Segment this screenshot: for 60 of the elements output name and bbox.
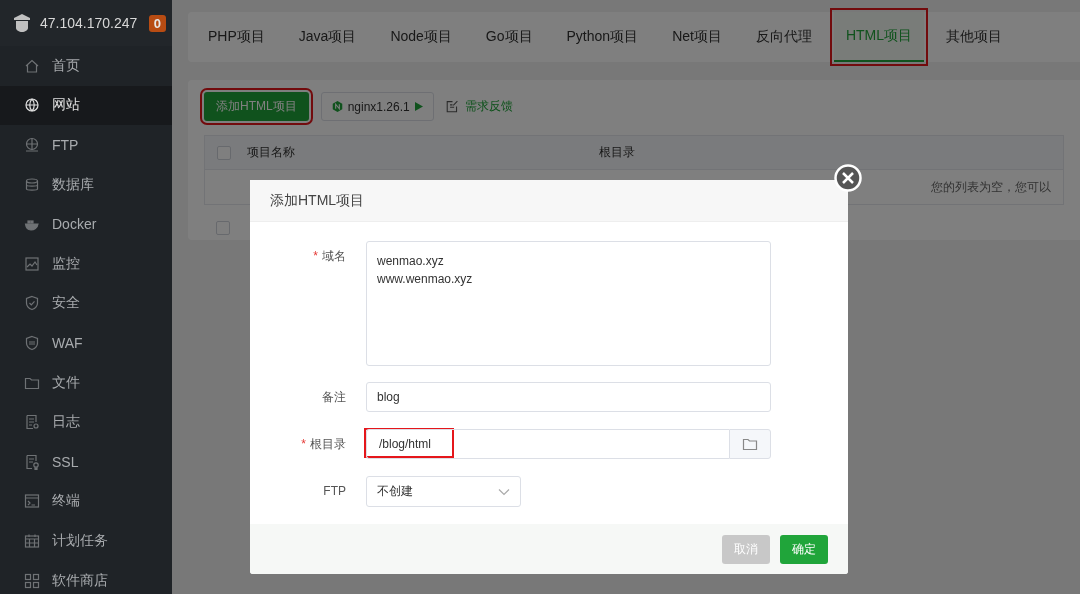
globe-icon <box>24 97 40 114</box>
document-icon <box>24 414 40 431</box>
sidebar-item[interactable]: 网站 <box>0 85 172 126</box>
shield-icon <box>24 334 40 351</box>
row-checkbox[interactable] <box>216 221 230 235</box>
shield-logo-icon <box>12 13 32 33</box>
required-mark: * <box>313 249 318 263</box>
empty-message: 您的列表为空，您可以 <box>931 178 1051 196</box>
tab[interactable]: Python项目 <box>554 12 651 62</box>
sidebar-item[interactable]: SSL <box>0 441 172 482</box>
domain-field[interactable]: wenmao.xyz www.wenmao.xyz <box>366 241 771 366</box>
tab[interactable]: Go项目 <box>473 12 545 62</box>
field-label: 备注 <box>322 390 346 404</box>
chart-icon <box>24 255 40 272</box>
server-address: 47.104.170.247 <box>40 15 139 31</box>
certificate-icon <box>24 453 40 470</box>
grid-icon <box>24 572 40 589</box>
tab[interactable]: PHP项目 <box>196 12 277 62</box>
ftp-select[interactable]: 不创建 <box>366 476 521 507</box>
browse-folder-button[interactable] <box>729 429 771 459</box>
sidebar-item[interactable]: 安全 <box>0 283 172 324</box>
sidebar-item[interactable]: 终端 <box>0 481 172 522</box>
notification-badge[interactable]: 0 <box>148 14 166 32</box>
field-label: FTP <box>323 484 346 498</box>
field-label: 根目录 <box>310 437 346 451</box>
required-mark: * <box>301 437 306 451</box>
house-icon <box>24 57 40 74</box>
column-header: 项目名称 <box>247 144 296 161</box>
sidebar-item[interactable]: 计划任务 <box>0 521 172 561</box>
select-all-checkbox[interactable] <box>217 145 231 160</box>
sidebar-item[interactable]: 软件商店 <box>0 560 172 594</box>
globe-stand-icon <box>24 137 40 153</box>
shield-check-icon <box>24 295 40 312</box>
sidebar-item[interactable]: 文件 <box>0 362 172 403</box>
sidebar-item[interactable]: 监控 <box>0 243 172 284</box>
dialog-title: 添加HTML项目 <box>270 191 365 210</box>
tab[interactable]: 反向代理 <box>743 12 824 62</box>
folder-icon <box>742 436 758 452</box>
sidebar-item[interactable]: 数据库 <box>0 164 172 205</box>
sidebar-item[interactable]: Docker <box>0 204 172 244</box>
terminal-icon <box>24 493 40 510</box>
chevron-down-icon <box>498 487 510 496</box>
calendar-icon <box>24 532 40 549</box>
column-header: 根目录 <box>599 144 635 161</box>
sidebar-item[interactable]: WAF <box>0 323 172 363</box>
nginx-button[interactable]: nginx1.26.1 <box>320 92 434 121</box>
tab[interactable]: 其他项目 <box>934 12 1015 62</box>
field-label: 域名 <box>322 249 346 263</box>
edit-icon <box>445 100 459 113</box>
sidebar-item[interactable]: FTP <box>0 125 172 165</box>
database-icon <box>24 176 40 193</box>
tab[interactable]: Net项目 <box>660 12 734 62</box>
play-icon <box>414 102 423 111</box>
note-field[interactable]: blog <box>366 382 771 412</box>
nginx-icon <box>331 101 343 112</box>
tab[interactable]: Node项目 <box>378 12 464 62</box>
tab[interactable]: Java项目 <box>286 12 369 62</box>
sidebar-item[interactable]: 日志 <box>0 402 172 442</box>
sidebar-item[interactable]: 首页 <box>0 46 172 86</box>
root-directory-field[interactable]: /blog/html <box>366 429 729 459</box>
